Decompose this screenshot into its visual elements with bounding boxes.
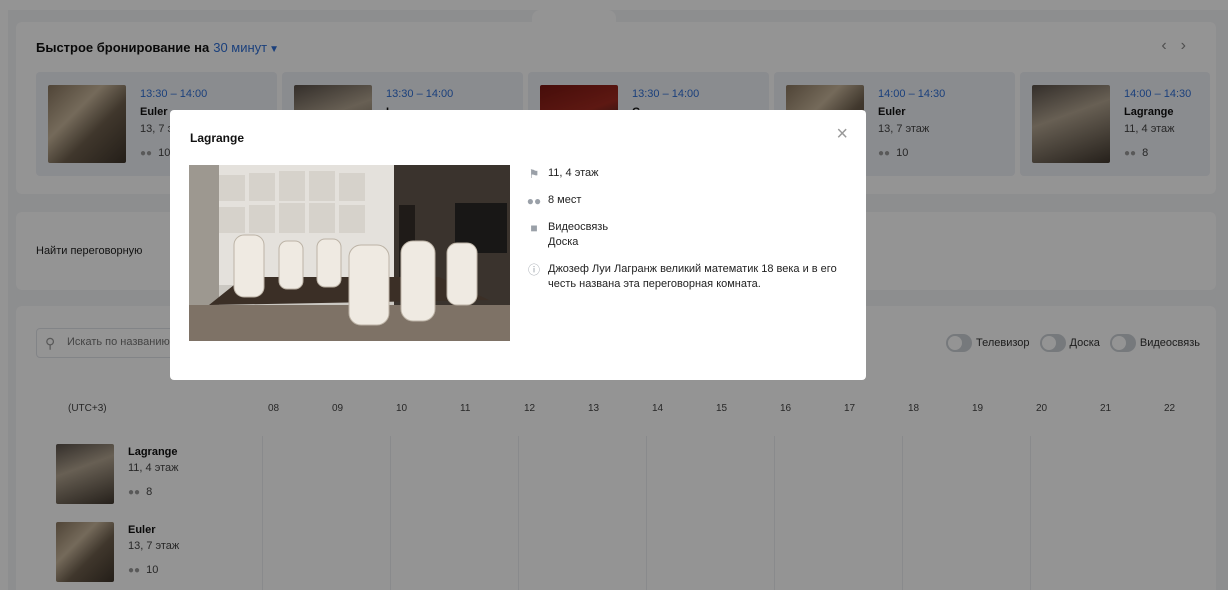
close-icon[interactable]: ×: [836, 124, 848, 144]
equipment-item: Доска: [548, 236, 579, 248]
room-description: Джозеф Луи Лагранж великий математик 18 …: [548, 263, 837, 290]
modal-title: Lagrange: [190, 131, 245, 145]
room-photo: [189, 165, 510, 341]
location-row: ⚑ 11, 4 этаж: [526, 166, 846, 181]
location-pin-icon: ⚑: [528, 167, 540, 181]
people-icon: ●●: [526, 194, 542, 208]
room-seats: 8 мест: [548, 194, 582, 206]
seats-row: ●● 8 мест: [526, 193, 846, 208]
room-photo-image: [189, 165, 510, 341]
room-location: 11, 4 этаж: [548, 167, 599, 179]
room-info: ⚑ 11, 4 этаж ●● 8 мест ■ Видеосвязь Доск…: [526, 166, 846, 304]
info-icon: ⓘ: [527, 263, 540, 277]
description-row: ⓘ Джозеф Луи Лагранж великий математик 1…: [526, 262, 846, 292]
room-details-modal: Lagrange × ⚑ 11, 4 этаж ●● 8 мест ■ Виде…: [170, 110, 866, 380]
equipment-item: Видеосвязь: [548, 221, 609, 233]
equipment-row: ■ Видеосвязь Доска: [526, 220, 846, 250]
video-camera-icon: ■: [530, 221, 538, 235]
